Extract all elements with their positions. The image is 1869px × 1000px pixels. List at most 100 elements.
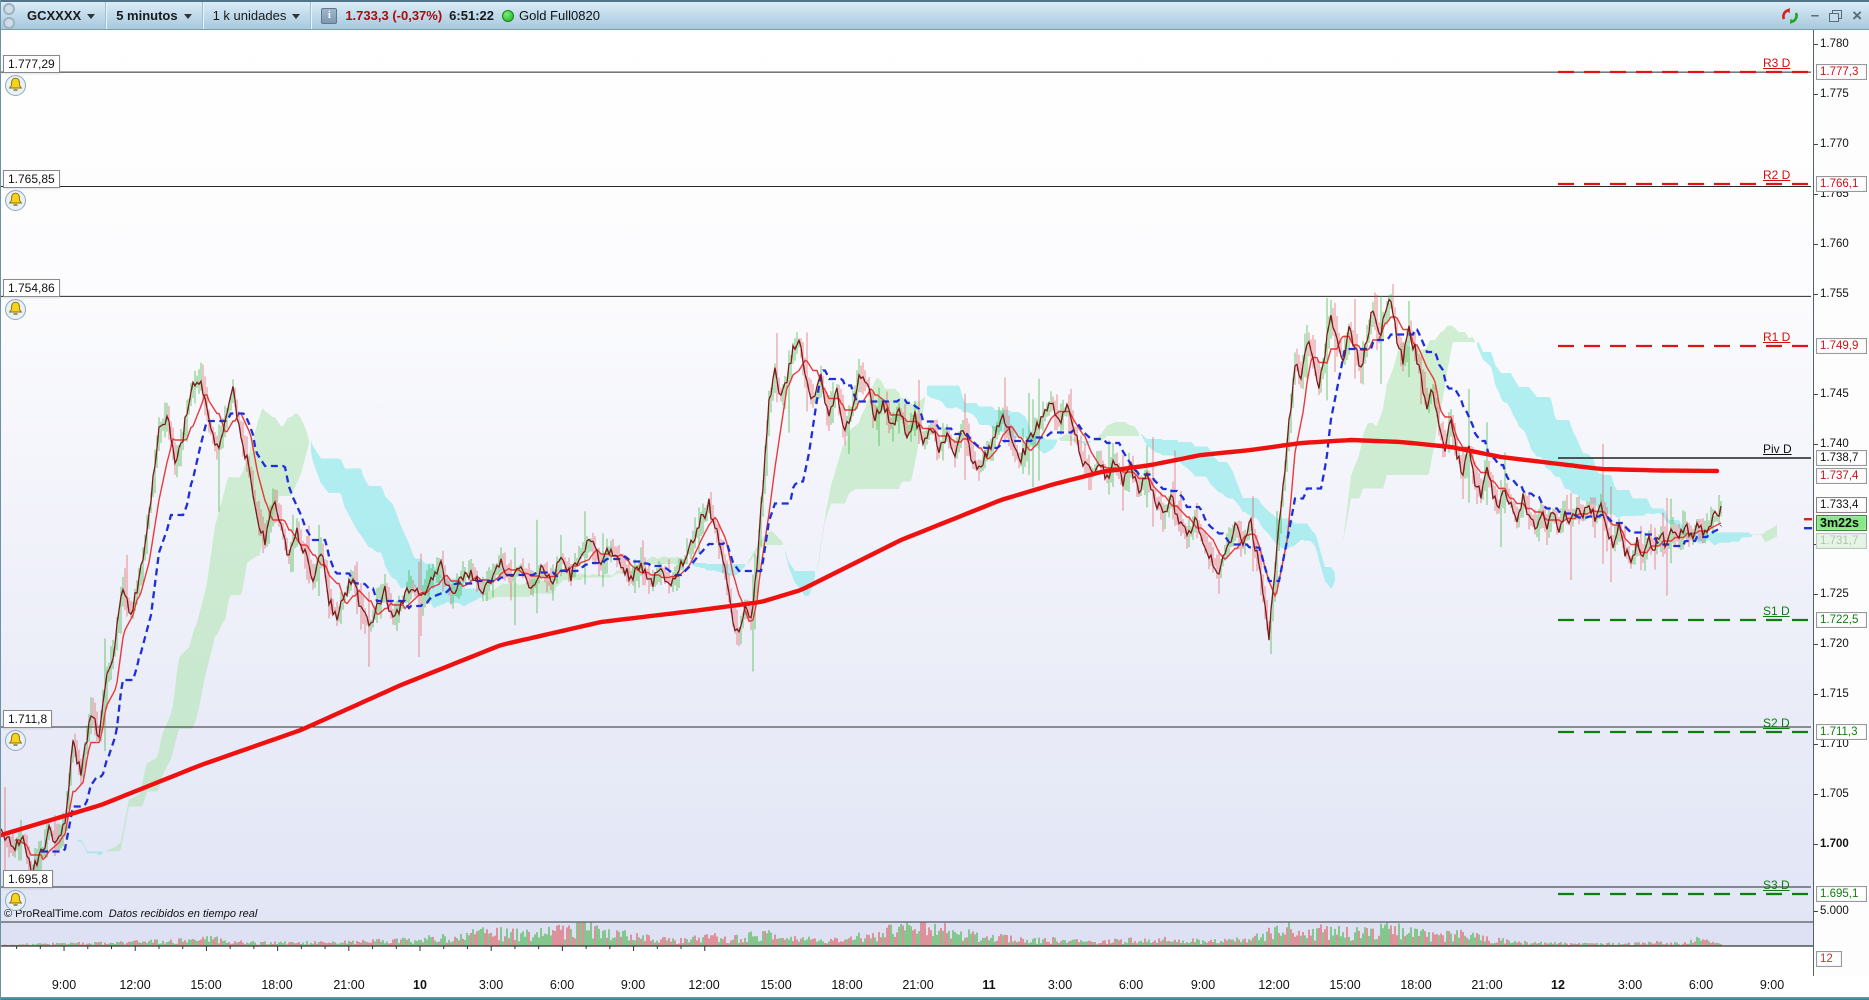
time-axis-label: 12:00 bbox=[1258, 978, 1290, 992]
realtime-text: Datos recibidos en tiempo real bbox=[108, 908, 258, 920]
pivot-value-box: 1.722,5 bbox=[1816, 612, 1867, 628]
time-axis-background bbox=[1, 946, 1813, 967]
alert-price-label[interactable]: 1.765,85 bbox=[3, 169, 60, 188]
tick-label: 1.755 bbox=[1820, 288, 1849, 300]
alert-price-label[interactable]: 1.711,8 bbox=[3, 710, 53, 728]
alert-price-label[interactable]: 1.754,86 bbox=[3, 279, 60, 298]
pivot-label: R3 D bbox=[1763, 56, 1791, 70]
chevron-down-icon bbox=[87, 13, 96, 19]
pivot-value-box: 1.766,1 bbox=[1816, 176, 1867, 192]
tick-label: 1.720 bbox=[1820, 638, 1849, 650]
alert-price-label[interactable]: 1.695,8 bbox=[3, 870, 54, 888]
price-axis[interactable]: 1.780 1.775 1.770 1.765 1.760 1.755 1.745 1.740… bbox=[1813, 30, 1869, 997]
tick-mark bbox=[1814, 143, 1818, 145]
pivot-label: R1 D bbox=[1763, 330, 1791, 344]
time-axis-label: 9:00 bbox=[1759, 978, 1785, 992]
alert-bell-icon[interactable] bbox=[5, 730, 26, 751]
volume-current-box: 12 bbox=[1816, 951, 1842, 967]
timeframe-label: 5 minutos bbox=[116, 8, 178, 23]
units-label: 1 k unidades bbox=[212, 8, 287, 23]
price-tick: 1.780 bbox=[1814, 38, 1849, 50]
floating-price-box: 1.733,4 bbox=[1816, 497, 1867, 513]
countdown-high-tick bbox=[1804, 518, 1812, 521]
refresh-icon[interactable] bbox=[1779, 7, 1801, 25]
tick-mark bbox=[1814, 293, 1818, 295]
units-dropdown[interactable]: 1 k unidades bbox=[203, 2, 312, 29]
pivot-value-box: 1.749,9 bbox=[1816, 338, 1867, 354]
alert-bell-icon[interactable] bbox=[5, 189, 26, 211]
drag-grip-icon[interactable] bbox=[1, 2, 17, 29]
time-axis-label: 12 bbox=[1551, 978, 1565, 992]
time-axis-label: 6:00 bbox=[549, 978, 575, 992]
time-axis-label: 9:00 bbox=[51, 978, 77, 992]
time-axis-label: 18:00 bbox=[831, 978, 863, 992]
symbol-dropdown[interactable]: GCXXXX bbox=[17, 2, 107, 29]
restore-button[interactable] bbox=[1829, 9, 1843, 22]
floating-price-box: 1.737,4 bbox=[1816, 468, 1867, 484]
time-axis-label: 3:00 bbox=[1047, 978, 1073, 992]
time-axis[interactable]: 9:00 12:00 15:00 18:00 21:00 10 3:00 6:00 9:00 12… bbox=[1, 976, 1869, 997]
copyright-line: © ProRealTime.com Datos recibidos en tiem… bbox=[4, 908, 257, 920]
time-axis-label: 18:00 bbox=[261, 978, 293, 992]
time-axis-label: 3:00 bbox=[1617, 978, 1643, 992]
tick-label: 1.725 bbox=[1820, 588, 1849, 600]
price-tick: 1.720 bbox=[1814, 638, 1849, 650]
price-tick: 1.740 bbox=[1814, 438, 1849, 450]
tick-mark bbox=[1814, 743, 1818, 745]
tick-mark bbox=[1814, 193, 1818, 195]
tick-mark bbox=[1814, 643, 1818, 645]
floating-price-box: 1.738,7 bbox=[1816, 450, 1867, 466]
time-axis-label: 12:00 bbox=[688, 978, 720, 992]
countdown-low-tick bbox=[1804, 527, 1812, 530]
info-icon[interactable]: i bbox=[321, 7, 338, 24]
tick-label: 1.705 bbox=[1820, 788, 1849, 800]
tick-label: 1.745 bbox=[1820, 388, 1849, 400]
tick-mark bbox=[1814, 443, 1818, 445]
pivot-label: S2 D bbox=[1763, 716, 1790, 730]
trading-window: GCXXXX 5 minutos 1 k unidades i 1.733,3 … bbox=[0, 0, 1869, 1000]
time-axis-label: 21:00 bbox=[333, 978, 365, 992]
time-axis-label: 21:00 bbox=[1471, 978, 1503, 992]
pivot-value-box: 1.711,3 bbox=[1816, 724, 1867, 740]
volume-tick: 5.000 bbox=[1814, 905, 1849, 917]
tick-label: 1.780 bbox=[1820, 38, 1849, 50]
alert-price-label[interactable]: 1.777,29 bbox=[3, 55, 60, 74]
timeframe-dropdown[interactable]: 5 minutos bbox=[106, 2, 203, 29]
alert-bell-icon[interactable] bbox=[5, 299, 26, 321]
tick-mark bbox=[1814, 693, 1818, 695]
floating-price-box: 3m22s bbox=[1816, 515, 1867, 531]
time-axis-label: 21:00 bbox=[902, 978, 934, 992]
tick-mark bbox=[1814, 93, 1818, 95]
time-axis-label: 15:00 bbox=[760, 978, 792, 992]
close-button[interactable]: × bbox=[1852, 7, 1862, 24]
pivot-label: S3 D bbox=[1763, 878, 1790, 892]
time-axis-label: 15:00 bbox=[1329, 978, 1361, 992]
pivot-value-box: 1.695,1 bbox=[1816, 886, 1867, 902]
time-axis-label: 6:00 bbox=[1688, 978, 1714, 992]
tick-label: 1.775 bbox=[1820, 88, 1849, 100]
tick-mark bbox=[1814, 43, 1818, 45]
time-axis-label: 6:00 bbox=[1118, 978, 1144, 992]
time-axis-label: 9:00 bbox=[1190, 978, 1216, 992]
feed-status-icon bbox=[501, 9, 514, 22]
tick-label: 1.700 bbox=[1820, 838, 1849, 850]
tick-mark bbox=[1814, 243, 1818, 245]
alert-bell-icon[interactable] bbox=[5, 890, 26, 911]
chevron-down-icon bbox=[183, 13, 192, 19]
pivot-label: S1 D bbox=[1763, 604, 1790, 618]
time-axis-label: 10 bbox=[413, 978, 427, 992]
tick-mark bbox=[1814, 793, 1818, 795]
price-chart-canvas[interactable] bbox=[1, 30, 1813, 997]
tick-mark bbox=[1814, 843, 1818, 845]
price-tick: 1.745 bbox=[1814, 388, 1849, 400]
minimize-button[interactable]: – bbox=[1811, 8, 1819, 23]
time-axis-label: 9:00 bbox=[620, 978, 646, 992]
pivot-value-box: 1.777,3 bbox=[1816, 64, 1867, 80]
alert-bell-icon[interactable] bbox=[5, 75, 26, 97]
symbol-label: GCXXXX bbox=[27, 8, 82, 23]
time-axis-label: 11 bbox=[982, 978, 996, 992]
price-tick: 1.700 bbox=[1814, 838, 1849, 850]
tick-label: 1.740 bbox=[1820, 438, 1849, 450]
chart-area[interactable]: 1.780 1.775 1.770 1.765 1.760 1.755 1.745 1.740… bbox=[1, 30, 1869, 1000]
time-axis-label: 3:00 bbox=[478, 978, 504, 992]
